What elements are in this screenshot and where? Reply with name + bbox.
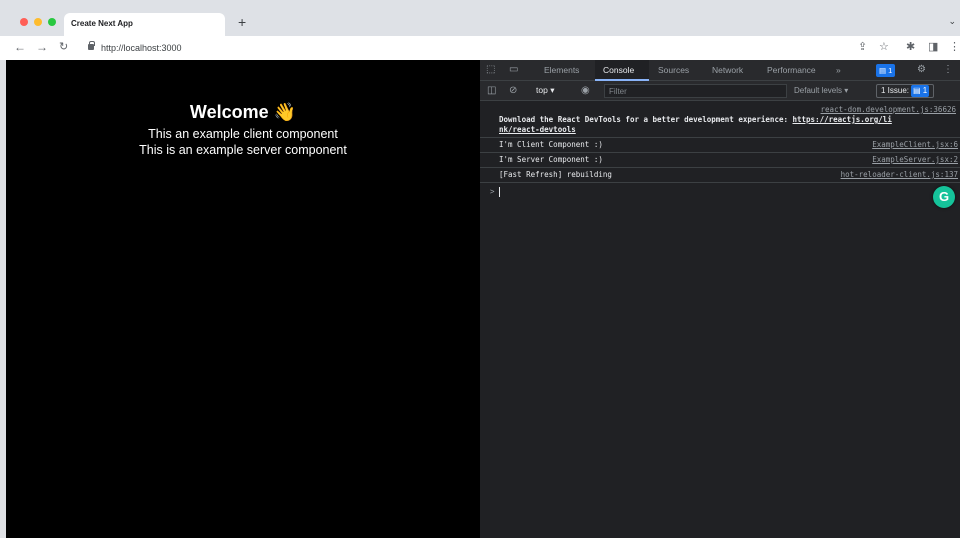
message-text: I'm Server Component :) [499,155,603,164]
client-component-text: This an example client component [148,127,338,141]
maximize-window-button[interactable] [48,18,56,26]
address-bar[interactable]: http://localhost:3000 [82,38,842,58]
minimize-window-button[interactable] [34,18,42,26]
tab-strip: Create Next App + ⌄ [0,0,960,36]
console-toolbar: ◫ ⊘ top ▾ ◉ Filter Default levels ▾ 1 Is… [480,81,960,101]
filter-placeholder: Filter [609,87,627,96]
tab-search-chevron-icon[interactable]: ⌄ [948,16,956,27]
page-viewport: Welcome 👋 This an example client compone… [6,60,480,538]
message-source-link[interactable]: ExampleClient.jsx:6 [872,140,958,150]
devtools-tab-bar: ⬚ ▭ Elements Console Sources Network Per… [480,60,960,81]
console-prompt[interactable]: > [480,183,960,199]
message-source-link[interactable]: hot-reloader-client.js:137 [841,170,958,180]
console-message: react-dom.development.js:36626 Download … [480,103,960,138]
puzzle-icon[interactable]: ✱ [906,40,915,54]
text-caret [498,187,500,197]
log-levels-select[interactable]: Default levels ▾ [794,86,848,95]
eye-icon[interactable]: ◉ [581,85,590,97]
welcome-text: Welcome [189,102,269,122]
console-message: I'm Server Component :) ExampleServer.js… [480,153,960,168]
waving-hand-icon: 👋 [273,102,297,122]
gear-icon[interactable]: ⚙ [917,64,926,76]
tab-network[interactable]: Network [712,65,743,75]
messages-badge[interactable]: ▤ 1 [876,64,896,77]
grammarly-icon[interactable]: G [933,186,955,208]
message-text: [Fast Refresh] rebuilding [499,170,612,179]
reload-icon[interactable]: ↻ [59,40,68,54]
console-message: [Fast Refresh] rebuilding hot-reloader-c… [480,168,960,183]
browser-tab[interactable]: Create Next App [64,13,225,36]
browser-toolbar: ← → ↻ http://localhost:3000 ⇪ ☆ ✱ ◨ ⋮ [0,36,960,60]
sidepanel-icon[interactable]: ◨ [928,40,938,54]
message-source-link[interactable]: ExampleServer.jsx:2 [872,155,958,165]
console-message: I'm Client Component :) ExampleClient.js… [480,138,960,153]
kebab-menu-icon[interactable]: ⋮ [943,64,953,76]
react-devtools-link-part1[interactable]: https://reactjs.org/li [793,115,892,124]
new-tab-button[interactable]: + [238,14,246,30]
message-text: Download the React DevTools for a better… [499,115,793,124]
url-text[interactable]: http://localhost:3000 [101,43,182,53]
context-select[interactable]: top ▾ [536,85,554,96]
close-window-button[interactable] [20,18,28,26]
message-text: I'm Client Component :) [499,140,603,149]
more-tabs-icon[interactable]: » [836,65,841,75]
tab-sources[interactable]: Sources [658,65,689,75]
react-devtools-link-part2[interactable]: nk/react-devtools [499,125,576,134]
kebab-menu-icon[interactable]: ⋮ [949,40,960,54]
filter-input[interactable]: Filter [604,84,787,98]
lock-icon[interactable] [88,41,95,50]
issues-count-badge: ▤ 1 [911,85,930,97]
server-component-text: This is an example server component [139,143,347,157]
sidebar-toggle-icon[interactable]: ◫ [487,85,496,97]
devtools-panel: ⬚ ▭ Elements Console Sources Network Per… [480,60,960,538]
tab-title: Create Next App [71,19,133,28]
device-toolbar-icon[interactable]: ▭ [509,64,518,76]
console-messages: react-dom.development.js:36626 Download … [480,103,960,199]
issues-button[interactable]: 1 Issue: ▤ 1 [876,84,935,98]
prompt-chevron-icon: > [490,187,495,196]
tab-console[interactable]: Console [603,65,634,75]
welcome-heading: Welcome 👋 [6,102,480,123]
star-icon[interactable]: ☆ [879,40,889,54]
arrow-left-icon[interactable]: ← [14,40,26,54]
inspect-element-icon[interactable]: ⬚ [486,64,495,76]
tab-performance[interactable]: Performance [767,65,816,75]
arrow-right-icon[interactable]: → [36,40,48,54]
message-source-link[interactable]: react-dom.development.js:36626 [499,105,956,115]
clear-console-icon[interactable]: ⊘ [509,85,517,97]
share-icon[interactable]: ⇪ [858,40,867,54]
tab-elements[interactable]: Elements [544,65,579,75]
